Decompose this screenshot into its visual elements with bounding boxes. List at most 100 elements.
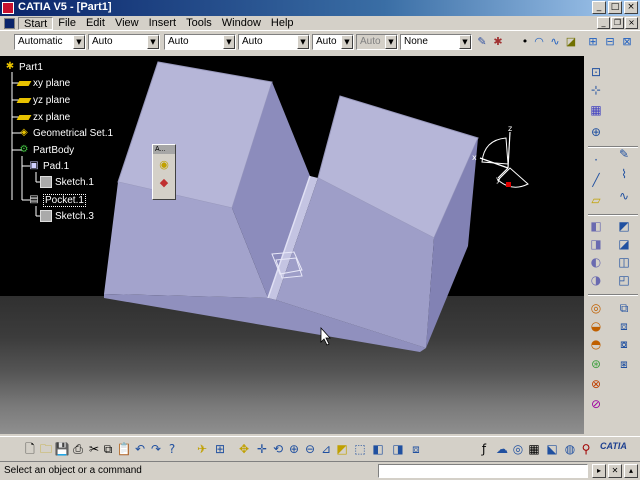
print-icon[interactable]: ⎙ xyxy=(70,441,86,457)
axis-system-icon[interactable]: ⊹ xyxy=(588,82,604,98)
pan-icon[interactable]: ✛ xyxy=(254,441,270,457)
spline-icon[interactable]: ∿ xyxy=(548,35,562,49)
maximize-button[interactable]: □ xyxy=(608,1,622,14)
point-icon[interactable]: • xyxy=(518,35,532,49)
menu-insert[interactable]: Insert xyxy=(144,17,182,30)
line-thickness-combo[interactable]: Auto ▼ xyxy=(164,34,236,50)
tree-node-xy-plane[interactable]: xy plane xyxy=(16,76,70,90)
slot-icon[interactable]: ◓ xyxy=(588,336,604,352)
sketcher-icon[interactable]: ⊡ xyxy=(588,64,604,80)
paste-icon[interactable]: 📋 xyxy=(116,441,132,457)
surface-icon[interactable]: ◪ xyxy=(564,35,578,49)
new-icon[interactable]: 🗋 xyxy=(22,441,38,457)
line-type-combo[interactable]: Auto ▼ xyxy=(238,34,310,50)
zoom-in-icon[interactable]: ⊕ xyxy=(286,441,302,457)
menu-window[interactable]: Window xyxy=(217,17,266,30)
tree-node-pad[interactable]: ▣ Pad.1 xyxy=(28,159,69,173)
fit-all-icon[interactable]: ✥ xyxy=(236,441,252,457)
menu-view[interactable]: View xyxy=(110,17,144,30)
point-icon[interactable]: · xyxy=(588,152,604,168)
menu-start[interactable]: Start xyxy=(18,17,54,30)
chevron-down-icon[interactable]: ▼ xyxy=(73,35,85,49)
color-combo[interactable]: Automatic ▼ xyxy=(14,34,86,50)
plane-icon[interactable]: ▱ xyxy=(588,192,604,208)
compass-center-handle[interactable] xyxy=(506,182,511,187)
chevron-down-icon[interactable]: ▼ xyxy=(341,35,353,49)
normal-to-icon[interactable]: ⊿ xyxy=(318,441,334,457)
chevron-down-icon[interactable]: ▼ xyxy=(297,35,309,49)
catalog-icon[interactable]: ⬕ xyxy=(544,441,560,457)
menu-file[interactable]: File xyxy=(53,17,81,30)
floating-toolbar-title[interactable]: A... xyxy=(153,145,175,154)
assemble-icon[interactable]: ⊗ xyxy=(588,376,604,392)
doc-close-button[interactable]: × xyxy=(625,17,638,29)
redo-icon[interactable]: ↷ xyxy=(148,441,164,457)
minimize-button[interactable]: _ xyxy=(592,1,606,14)
tree-node-geometrical-set[interactable]: ◈ Geometrical Set.1 xyxy=(18,126,113,140)
hide-show-icon[interactable]: ◨ xyxy=(390,441,406,457)
menu-edit[interactable]: Edit xyxy=(81,17,110,30)
undo-icon[interactable]: ↶ xyxy=(132,441,148,457)
copy-icon[interactable]: ⧉ xyxy=(100,441,116,457)
compass-lower-plane[interactable] xyxy=(497,167,529,188)
draft-icon[interactable]: ◫ xyxy=(616,254,632,270)
isometric-view-icon[interactable]: ⬚ xyxy=(352,441,368,457)
sketch-based-feature-icon[interactable]: ◉ xyxy=(157,158,171,172)
painter-icon[interactable]: ✎ xyxy=(475,35,489,49)
tree-node-part1[interactable]: ✱ Part1 xyxy=(4,60,43,74)
normal-view-icon[interactable]: ⊞ xyxy=(212,441,228,457)
floating-toolbar[interactable]: A... ◉ ◆ xyxy=(152,144,176,200)
command-enter-button[interactable]: ▸ xyxy=(592,464,606,478)
table-icon[interactable]: ▦ xyxy=(526,441,542,457)
boolean-icon[interactable]: ⊛ xyxy=(588,356,604,372)
line-icon[interactable]: ╱ xyxy=(588,172,604,188)
mirror-icon[interactable]: ⧉ xyxy=(616,300,632,316)
cancel-command-button[interactable]: ✕ xyxy=(608,464,622,478)
shaft-icon[interactable]: ◐ xyxy=(588,254,604,270)
tree-node-yz-plane[interactable]: yz plane xyxy=(16,93,70,107)
properties-icon[interactable]: ✱ xyxy=(491,35,505,49)
thread-icon[interactable]: ⊘ xyxy=(588,396,604,412)
point-type-combo[interactable]: Auto ▼ xyxy=(312,34,354,50)
shell-icon[interactable]: ◰ xyxy=(616,272,632,288)
rib-icon[interactable]: ◒ xyxy=(588,318,604,334)
3d-viewport[interactable]: ✱ Part1 xy plane yz plane zx plane ◈ Geo… xyxy=(0,56,584,434)
compass-widget[interactable]: z x y xyxy=(470,120,540,200)
tree-node-partbody[interactable]: ⚙ PartBody xyxy=(18,143,75,157)
tree-node-pad-sketch[interactable]: Sketch.1 xyxy=(40,175,94,189)
analysis-icon[interactable]: ✎ xyxy=(616,146,632,162)
chevron-down-icon[interactable]: ▼ xyxy=(147,35,159,49)
analysis-icon[interactable]: ⊠ xyxy=(620,35,634,49)
groove-icon[interactable]: ◑ xyxy=(588,272,604,288)
command-input[interactable] xyxy=(378,464,588,478)
whats-this-icon[interactable]: ? xyxy=(164,441,180,457)
sketch-icon[interactable]: ◠ xyxy=(532,35,546,49)
zoom-out-icon[interactable]: ⊖ xyxy=(302,441,318,457)
edge-fillet-icon[interactable]: ◩ xyxy=(616,218,632,234)
comment-icon[interactable]: ☁ xyxy=(494,441,510,457)
menu-tools[interactable]: Tools xyxy=(181,17,217,30)
pad-icon[interactable]: ◧ xyxy=(588,218,604,234)
status-options-button[interactable]: ▴ xyxy=(624,464,638,478)
menu-help[interactable]: Help xyxy=(266,17,299,30)
chevron-down-icon[interactable]: ▼ xyxy=(223,35,235,49)
catia-app-icon[interactable] xyxy=(2,2,14,14)
close-button[interactable]: × xyxy=(624,1,638,14)
chamfer-icon[interactable]: ◪ xyxy=(616,236,632,252)
rotate-icon[interactable]: ⟲ xyxy=(270,441,286,457)
view-mode-icon[interactable]: ◩ xyxy=(334,441,350,457)
knowledge-icon[interactable]: ◎ xyxy=(510,441,526,457)
layer-combo[interactable]: None ▼ xyxy=(400,34,472,50)
split-icon[interactable]: ⧆ xyxy=(616,356,632,372)
tree-node-pocket[interactable]: ▤ Pocket.1 xyxy=(28,193,86,207)
open-icon[interactable]: 🗀 xyxy=(38,441,54,457)
measure-icon[interactable]: ◍ xyxy=(562,441,578,457)
transparency-combo[interactable]: Auto ▼ xyxy=(88,34,160,50)
curvature-icon[interactable]: ∿ xyxy=(616,188,632,204)
measure-icon[interactable]: ⊞ xyxy=(586,35,600,49)
3d-compass-icon[interactable]: ⊕ xyxy=(588,124,604,140)
doc-restore-button[interactable]: ❐ xyxy=(611,17,624,29)
fly-mode-icon[interactable]: ✈ xyxy=(194,441,210,457)
inertia-icon[interactable]: ⊟ xyxy=(603,35,617,49)
swap-visible-space-icon[interactable]: ⧈ xyxy=(408,441,424,457)
